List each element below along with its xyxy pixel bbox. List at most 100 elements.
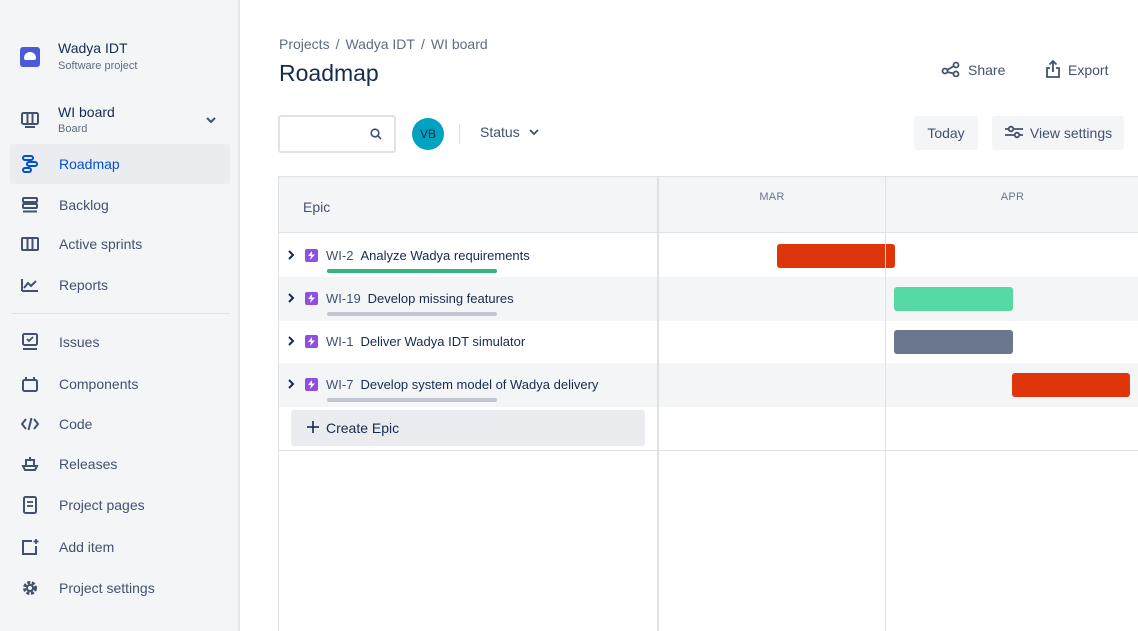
code-icon: [20, 414, 40, 434]
share-label: Share: [968, 62, 1006, 78]
reports-icon: [20, 275, 40, 295]
sidebar-item-label: Components: [59, 376, 139, 392]
avatar[interactable]: VB: [412, 118, 444, 150]
chevron-right-icon[interactable]: [288, 248, 298, 262]
epic-summary: Analyze Wadya requirements: [360, 248, 530, 263]
sidebar-item-releases[interactable]: Releases: [10, 444, 230, 484]
share-icon: [941, 61, 961, 80]
epic-summary: Develop system model of Wadya delivery: [360, 377, 599, 392]
roadmap-icon: [20, 154, 40, 174]
sidebar-item-label: Add item: [59, 539, 115, 555]
grid-divider: [279, 450, 1138, 451]
create-epic-button[interactable]: Create Epic: [291, 410, 645, 446]
search-icon: [370, 127, 382, 145]
sidebar-item-label: Backlog: [59, 197, 109, 213]
share-button[interactable]: Share: [941, 58, 1005, 82]
ship-icon: [20, 454, 40, 474]
sidebar-item-project-pages[interactable]: Project pages: [10, 485, 230, 525]
breadcrumb-item[interactable]: WI board: [431, 36, 488, 52]
sidebar: Wadya IDT Software project WI board Boar…: [0, 0, 240, 631]
epic-key: WI-19: [326, 291, 361, 306]
epic-title[interactable]: WI-2 Analyze Wadya requirements: [326, 248, 530, 263]
project-type: Software project: [58, 60, 138, 72]
sidebar-item-backlog[interactable]: Backlog: [10, 185, 230, 225]
breadcrumb-separator: /: [335, 36, 340, 52]
epic-timeline-bar[interactable]: [894, 330, 1013, 354]
epic-row[interactable]: WI-19 Develop missing features: [279, 277, 1138, 321]
board-selector[interactable]: WI board Board: [20, 104, 220, 136]
sidebar-item-add-item[interactable]: Add item: [10, 527, 230, 567]
board-type: Board: [58, 123, 88, 135]
sidebar-item-label: Project pages: [59, 497, 145, 513]
today-label: Today: [927, 125, 965, 141]
column-separator: [657, 177, 659, 631]
export-button[interactable]: Export: [1045, 58, 1108, 82]
export-icon: [1045, 59, 1061, 81]
export-label: Export: [1068, 62, 1109, 78]
breadcrumb-item[interactable]: Wadya IDT: [345, 36, 415, 52]
active-sprints-icon: [20, 234, 40, 254]
breadcrumb-item[interactable]: Projects: [279, 36, 330, 52]
epic-row[interactable]: WI-2 Analyze Wadya requirements: [279, 234, 1138, 278]
toolbar-divider: [459, 124, 460, 144]
chevron-right-icon[interactable]: [288, 291, 298, 305]
chevron-down-icon[interactable]: [204, 113, 218, 127]
issues-icon: [20, 332, 40, 352]
add-item-icon: [20, 537, 40, 557]
sidebar-item-code[interactable]: Code: [10, 404, 230, 444]
project-name: Wadya IDT: [58, 40, 128, 56]
backlog-icon: [20, 195, 40, 215]
board-name: WI board: [58, 104, 115, 120]
sidebar-item-reports[interactable]: Reports: [10, 265, 230, 305]
chevron-right-icon[interactable]: [288, 334, 298, 348]
epic-timeline-bar[interactable]: [894, 287, 1013, 311]
plus-icon: [307, 420, 319, 436]
epic-row[interactable]: WI-1 Deliver Wadya IDT simulator: [279, 320, 1138, 364]
chevron-down-icon: [527, 125, 541, 139]
sidebar-item-label: Roadmap: [59, 156, 120, 172]
sidebar-item-issues[interactable]: Issues: [10, 322, 230, 362]
chevron-right-icon[interactable]: [288, 377, 298, 391]
epic-key: WI-7: [326, 377, 354, 392]
breadcrumb-separator: /: [420, 36, 425, 52]
project-logo-icon: [20, 46, 40, 67]
status-filter[interactable]: Status: [480, 124, 543, 140]
gear-icon: [20, 578, 40, 598]
page-icon: [20, 495, 40, 515]
epic-icon: [305, 378, 318, 391]
sidebar-item-label: Releases: [59, 456, 118, 472]
epic-progress-bar: [327, 398, 497, 402]
epic-summary: Develop missing features: [367, 291, 514, 306]
month-header-mar: MAR: [659, 177, 885, 233]
sidebar-item-label: Code: [59, 416, 93, 432]
epic-progress-fill: [327, 269, 497, 273]
epic-title[interactable]: WI-19 Develop missing features: [326, 291, 514, 306]
sidebar-item-active-sprints[interactable]: Active sprints: [10, 224, 230, 264]
sidebar-item-project-settings[interactable]: Project settings: [10, 568, 230, 608]
epic-icon: [305, 249, 318, 262]
month-header-apr: APR: [886, 177, 1138, 233]
epic-row[interactable]: WI-7 Develop system model of Wadya delive…: [279, 363, 1138, 407]
epic-key: WI-2: [326, 248, 354, 263]
sidebar-item-label: Reports: [59, 277, 109, 293]
sidebar-item-roadmap[interactable]: Roadmap: [10, 144, 230, 184]
today-button[interactable]: Today: [914, 116, 978, 150]
epic-column-header: Epic: [279, 177, 658, 233]
components-icon: [20, 374, 40, 394]
sidebar-item-label: Active sprints: [59, 236, 143, 252]
search-input[interactable]: [278, 115, 396, 153]
project-header[interactable]: Wadya IDT Software project: [20, 40, 137, 73]
sidebar-item-label: Project settings: [59, 580, 155, 596]
page-title: Roadmap: [279, 60, 379, 86]
epic-timeline-bar[interactable]: [777, 244, 895, 268]
epic-timeline-bar[interactable]: [1012, 373, 1130, 397]
epic-title[interactable]: WI-1 Deliver Wadya IDT simulator: [326, 334, 525, 349]
epic-icon: [305, 292, 318, 305]
board-icon: [20, 110, 40, 130]
view-settings-button[interactable]: View settings: [992, 116, 1124, 150]
sidebar-item-components[interactable]: Components: [10, 364, 230, 404]
epic-summary: Deliver Wadya IDT simulator: [360, 334, 526, 349]
epic-icon: [305, 335, 318, 348]
epic-title[interactable]: WI-7 Develop system model of Wadya delive…: [326, 377, 598, 392]
sidebar-item-label: Issues: [59, 334, 100, 350]
